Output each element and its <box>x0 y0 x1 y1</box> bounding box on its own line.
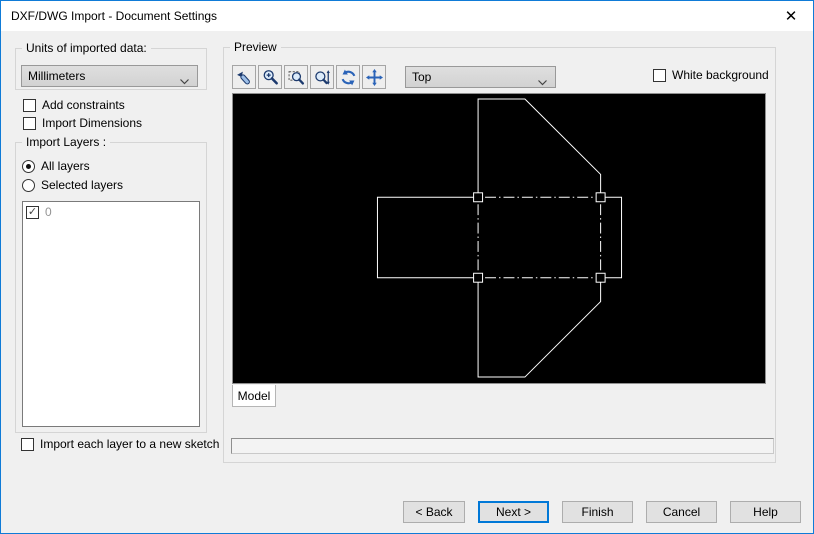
rotate-view-button[interactable] <box>336 65 360 89</box>
zoom-fit-icon <box>314 69 331 86</box>
dxf-dwg-import-dialog: DXF/DWG Import - Document Settings ✕ Uni… <box>0 0 814 534</box>
pan-view-icon <box>365 68 383 86</box>
units-combo-value: Millimeters <box>28 69 86 83</box>
close-icon: ✕ <box>784 7 798 25</box>
zoom-to-area-button[interactable] <box>284 65 308 89</box>
import-dimensions-checkbox[interactable] <box>23 116 36 130</box>
preview-group-label: Preview <box>230 40 281 54</box>
zoom-in-out-button[interactable] <box>258 65 282 89</box>
white-background-checkbox[interactable] <box>653 68 666 82</box>
radio-row-all-layers[interactable]: All layers <box>22 159 90 173</box>
zoom-area-icon <box>288 69 305 86</box>
radio-button[interactable] <box>22 159 35 173</box>
chevron-down-icon <box>538 75 547 86</box>
radio-row-selected-layers[interactable]: Selected layers <box>22 178 123 192</box>
radio-button[interactable] <box>22 178 35 192</box>
units-combo[interactable]: Millimeters <box>21 65 198 87</box>
sketch-point-marker <box>595 192 606 203</box>
close-button[interactable]: ✕ <box>769 1 813 30</box>
radio-label: Selected layers <box>41 178 124 192</box>
rotate-view-icon <box>340 69 357 86</box>
layer-to-sketch-row[interactable]: Import each layer to a new sketch <box>21 437 219 451</box>
finish-button[interactable]: Finish <box>562 501 633 523</box>
help-button[interactable]: Help <box>730 501 801 523</box>
sketch-point-marker <box>473 192 484 203</box>
add-constraints-label: Add constraints <box>42 98 125 112</box>
add-constraints-row[interactable]: Add constraints <box>23 98 125 112</box>
pan-view-button[interactable] <box>362 65 386 89</box>
white-background-label: White background <box>672 68 769 82</box>
preview-canvas[interactable] <box>232 93 766 384</box>
layer-label: 0 <box>45 205 52 219</box>
title-bar[interactable]: DXF/DWG Import - Document Settings ✕ <box>1 1 813 31</box>
cancel-button[interactable]: Cancel <box>646 501 717 523</box>
model-tab[interactable]: Model <box>232 385 276 407</box>
units-group-label: Units of imported data: <box>22 41 151 55</box>
white-background-row[interactable]: White background <box>653 68 769 82</box>
layer-to-sketch-checkbox[interactable] <box>21 437 34 451</box>
footer-buttons: < Back Next > Finish Cancel Help <box>1 501 801 523</box>
view-orientation-value: Top <box>412 70 432 84</box>
window-title: DXF/DWG Import - Document Settings <box>11 9 218 23</box>
select-wand-icon <box>236 69 253 86</box>
zoom-in-out-icon <box>262 69 279 86</box>
import-layers-group-label: Import Layers : <box>22 135 111 149</box>
layer-to-sketch-label: Import each layer to a new sketch <box>40 437 220 451</box>
chevron-down-icon <box>180 74 189 85</box>
sketch-point-marker <box>473 272 484 283</box>
layer-list-item[interactable]: ✓ 0 <box>23 202 199 219</box>
import-dimensions-label: Import Dimensions <box>42 116 143 130</box>
sketch-point-marker <box>595 272 606 283</box>
add-constraints-checkbox[interactable] <box>23 98 36 112</box>
layer-checkbox[interactable]: ✓ <box>26 205 39 219</box>
preview-toolbar <box>232 65 386 89</box>
model-tab-label: Model <box>237 388 271 403</box>
import-dimensions-row[interactable]: Import Dimensions <box>23 116 142 130</box>
flat-pattern-drawing <box>376 98 623 378</box>
select-tool-button[interactable] <box>232 65 256 89</box>
radio-label: All layers <box>41 159 90 173</box>
next-button[interactable]: Next > <box>478 501 549 523</box>
progress-bar <box>231 438 774 454</box>
layers-listbox[interactable]: ✓ 0 <box>22 201 200 427</box>
back-button[interactable]: < Back <box>403 501 465 523</box>
view-orientation-combo[interactable]: Top <box>405 66 556 88</box>
zoom-to-fit-button[interactable] <box>310 65 334 89</box>
